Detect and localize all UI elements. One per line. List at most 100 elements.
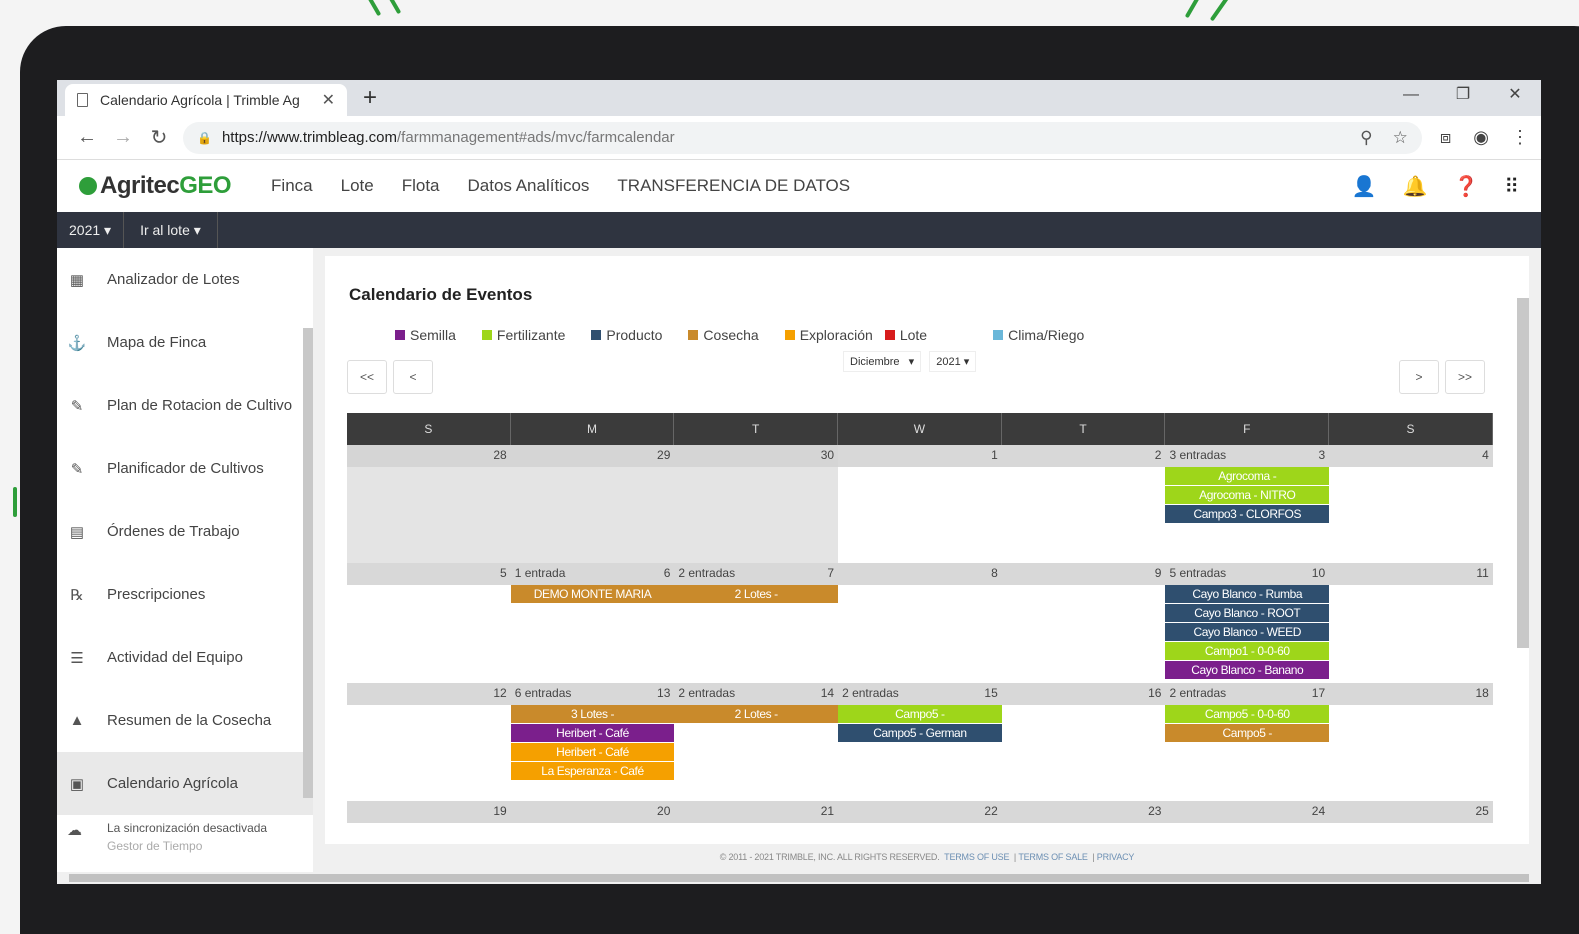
month-select[interactable]: Diciembre ▾ — [843, 351, 922, 372]
day-cell[interactable]: 20 — [510, 801, 675, 823]
calendar-event[interactable]: Campo5 - 0-0-60 — [1165, 705, 1330, 723]
profile-icon[interactable]: ◉ — [1473, 127, 1489, 148]
user-icon[interactable]: 👤 — [1352, 174, 1377, 199]
forward-icon[interactable]: → — [105, 126, 141, 149]
first-page-button[interactable]: << — [347, 360, 387, 394]
entry-count[interactable] — [1333, 686, 1475, 705]
entry-count[interactable] — [1169, 804, 1311, 823]
day-cell[interactable]: 2 entradas 72 Lotes - — [674, 563, 839, 683]
calendar-event[interactable]: Heribert - Café — [510, 743, 675, 761]
day-cell[interactable]: 2 entradas 14 2 Lotes - — [674, 683, 839, 801]
url-input[interactable]: 🔒 https://www.trimbleag.com /farmmanagem… — [183, 121, 1422, 154]
entry-count[interactable]: 2 entradas — [1169, 686, 1311, 705]
entry-count[interactable]: 5 entradas — [1169, 566, 1311, 585]
calendar-event[interactable]: Campo1 - 0-0-60 — [1165, 642, 1330, 660]
day-cell[interactable]: 6 entradas 13 3 Lotes - Heribert - Café Her… — [510, 683, 675, 801]
sidebar-item[interactable]: ▤ Órdenes de Trabajo — [57, 500, 313, 563]
calendar-event[interactable]: Campo5 - — [1165, 724, 1330, 742]
reload-icon[interactable]: ↻ — [141, 125, 177, 150]
day-cell[interactable]: 5 — [347, 563, 511, 683]
day-cell[interactable]: 8 — [838, 563, 1002, 683]
nav-flota[interactable]: Flota — [402, 176, 440, 196]
horizontal-scrollbar[interactable] — [57, 872, 1541, 884]
entry-count[interactable] — [1333, 448, 1482, 467]
entry-count[interactable] — [515, 804, 657, 823]
year-dropdown[interactable]: 2021 ▾ — [57, 212, 125, 248]
entry-count[interactable] — [1006, 804, 1148, 823]
entry-count[interactable]: 2 entradas — [842, 686, 984, 705]
day-cell[interactable]: 11 — [1329, 563, 1493, 683]
entry-count[interactable]: 6 entradas — [515, 686, 657, 705]
calendar-event[interactable]: Cayo Blanco - ROOT — [1165, 604, 1330, 622]
close-window-icon[interactable]: ✕ — [1489, 80, 1541, 110]
bell-icon[interactable]: 🔔 — [1403, 174, 1428, 199]
calendar-event[interactable]: Cayo Blanco - Banano — [1165, 661, 1330, 679]
nav-datos-analiticos[interactable]: Datos Analíticos — [468, 176, 590, 196]
browser-tab[interactable]: Calendario Agrícola | Trimble Ag ✕ — [65, 84, 347, 116]
sidebar-item[interactable]: ✎ Planificador de Cultivos — [57, 437, 313, 500]
day-cell[interactable]: 1 entrada 6 DEMO MONTE MARIA — [510, 563, 675, 683]
panel-scrollbar[interactable] — [1515, 278, 1529, 808]
bookmark-star-icon[interactable]: ☆ — [1393, 128, 1408, 148]
entry-count[interactable]: 2 entradas — [678, 686, 820, 705]
back-icon[interactable]: ← — [69, 126, 105, 149]
day-cell[interactable]: 19 — [347, 801, 511, 823]
last-page-button[interactable]: >> — [1445, 360, 1485, 394]
day-cell[interactable]: 5 entradas 10 Cayo Blanco - Rumba Cayo Bla… — [1165, 563, 1330, 683]
day-cell[interactable]: 2 entradas 15 Campo5 - Campo5 - German — [838, 683, 1002, 801]
nav-finca[interactable]: Finca — [271, 176, 313, 196]
restore-icon[interactable]: ❐ — [1437, 80, 1489, 110]
day-cell[interactable]: 16 — [1001, 683, 1166, 801]
day-cell[interactable]: 4 — [1329, 445, 1493, 563]
sidebar-item[interactable]: ☰ Actividad del Equipo — [57, 626, 313, 689]
entry-count[interactable] — [1333, 804, 1475, 823]
nav-lote[interactable]: Lote — [341, 176, 374, 196]
calendar-event[interactable]: Cayo Blanco - Rumba — [1165, 585, 1330, 603]
zoom-icon[interactable]: ⚲ — [1360, 128, 1372, 148]
day-cell[interactable]: 29 — [510, 445, 675, 563]
day-cell[interactable]: 30 — [674, 445, 839, 563]
entry-count[interactable] — [351, 448, 493, 467]
day-cell[interactable]: 23 — [1001, 801, 1166, 823]
entry-count[interactable] — [842, 448, 991, 467]
calendar-event[interactable]: 2 Lotes - — [674, 585, 839, 603]
entry-count[interactable] — [515, 448, 657, 467]
minimize-icon[interactable]: — — [1385, 80, 1437, 110]
day-cell[interactable]: 1 — [838, 445, 1002, 563]
sidebar-item[interactable]: ▦ Analizador de Lotes — [57, 248, 313, 311]
calendar-event[interactable]: 3 Lotes - — [510, 705, 675, 723]
help-icon[interactable]: ❓ — [1453, 174, 1478, 199]
privacy-link[interactable]: PRIVACY — [1097, 852, 1135, 862]
calendar-event[interactable]: Campo5 - German — [838, 724, 1002, 742]
day-cell[interactable]: 24 — [1165, 801, 1330, 823]
apps-grid-icon[interactable]: ⠿ — [1504, 174, 1519, 199]
extension-icon[interactable]: ⧈ — [1440, 127, 1451, 148]
calendar-event[interactable]: Agrocoma - NITRO — [1165, 486, 1330, 504]
calendar-event[interactable]: La Esperanza - Café — [510, 762, 675, 780]
day-cell[interactable]: 25 — [1329, 801, 1493, 823]
entry-count[interactable] — [1006, 566, 1155, 585]
calendar-event[interactable]: 2 Lotes - — [674, 705, 839, 723]
go-to-lote-dropdown[interactable]: Ir al lote ▾ — [124, 212, 218, 248]
day-cell[interactable]: 2 entradas 17 Campo5 - 0-0-60 Campo5 - — [1165, 683, 1330, 801]
terms-of-use-link[interactable]: TERMS OF USE — [944, 852, 1009, 862]
day-cell[interactable]: 2 — [1001, 445, 1166, 563]
entry-count[interactable] — [1006, 686, 1148, 705]
calendar-event[interactable]: DEMO MONTE MARIA — [510, 585, 675, 603]
close-tab-icon[interactable]: ✕ — [322, 90, 335, 110]
entry-count[interactable]: 3 entradas — [1169, 448, 1318, 467]
calendar-event[interactable]: Agrocoma - — [1165, 467, 1330, 485]
day-cell[interactable]: 9 — [1001, 563, 1166, 683]
next-month-button[interactable]: > — [1399, 360, 1439, 394]
entry-count[interactable] — [678, 804, 820, 823]
entry-count[interactable] — [351, 686, 493, 705]
entry-count[interactable] — [351, 566, 500, 585]
day-cell[interactable]: 21 — [674, 801, 839, 823]
calendar-event[interactable]: Campo3 - CLORFOS — [1165, 505, 1330, 523]
day-cell[interactable]: 18 — [1329, 683, 1493, 801]
day-cell[interactable]: 28 — [347, 445, 511, 563]
sidebar-item[interactable]: ▲ Resumen de la Cosecha — [57, 689, 313, 752]
calendar-event[interactable]: Heribert - Café — [510, 724, 675, 742]
sidebar-item[interactable]: ✎ Plan de Rotacion de Cultivo — [57, 374, 313, 437]
nav-transferencia[interactable]: TRANSFERENCIA DE DATOS — [617, 176, 850, 196]
